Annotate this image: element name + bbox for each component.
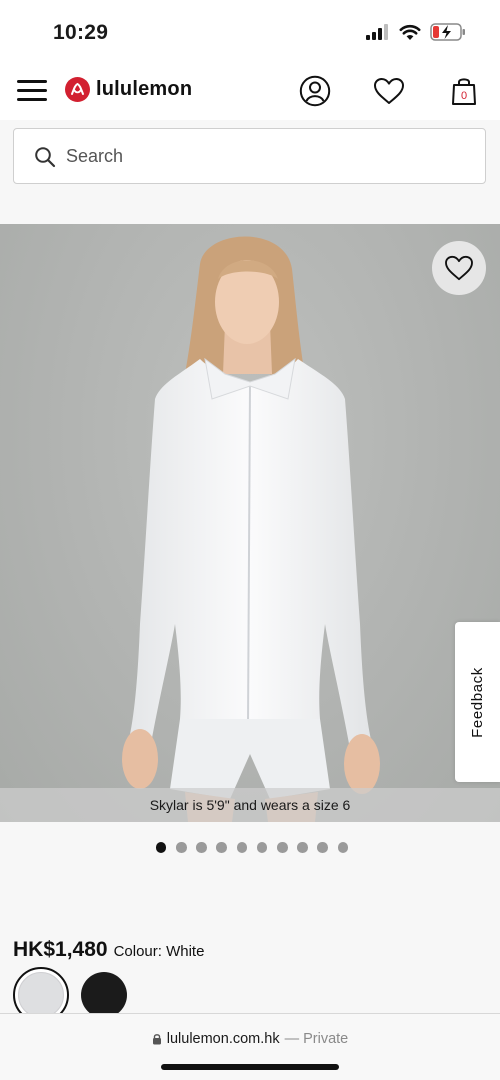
search-section [0,120,500,224]
search-input[interactable] [66,129,466,183]
url-line: lululemon.com.hk — Private [0,1031,500,1047]
wishlist-icon[interactable] [372,74,406,108]
status-time: 10:29 [53,21,109,44]
model-photo [122,236,380,822]
wifi-icon [399,24,421,40]
swatch-white-fill [18,972,64,1018]
brand-name: lululemon [96,78,193,100]
home-indicator [161,1064,339,1070]
carousel-dot[interactable] [236,842,248,853]
search-box[interactable] [13,128,486,184]
swatch-black[interactable] [81,972,127,1018]
browser-url-bar[interactable]: lululemon.com.hk — Private [0,1013,500,1080]
feedback-tab[interactable]: Feedback [455,622,500,782]
model-size-caption: Skylar is 5'9" and wears a size 6 [0,788,500,822]
product-image[interactable]: Skylar is 5'9" and wears a size 6 [0,224,500,822]
status-icons [366,23,466,41]
shopping-bag-icon[interactable]: 0 [447,74,481,108]
url-private-label: — Private [284,1031,349,1047]
url-domain: lululemon.com.hk [166,1031,280,1047]
site-header: lululemon 0 [0,64,500,120]
colour-label: Colour: White [113,943,205,960]
carousel-dot[interactable] [196,842,207,853]
menu-icon[interactable] [17,78,47,102]
carousel-dot[interactable] [216,842,228,853]
account-icon[interactable] [298,74,332,108]
product-price: HK$1,480 [13,938,108,961]
cart-count: 0 [461,90,467,102]
lock-icon [152,1034,161,1045]
brand-logo[interactable]: lululemon [65,77,192,102]
cellular-signal-icon [366,24,388,40]
add-to-wishlist-button[interactable] [432,241,486,295]
carousel-dot[interactable] [337,842,349,853]
search-icon [35,147,56,168]
carousel-dot[interactable] [155,842,167,853]
feedback-label: Feedback [469,666,486,738]
image-carousel-dots [0,842,500,853]
lululemon-logo-icon [65,77,90,102]
carousel-dot[interactable] [176,842,187,853]
battery-charging-icon [430,23,465,41]
carousel-dot[interactable] [256,842,268,853]
carousel-dot[interactable] [297,842,308,853]
status-bar: 10:29 [0,0,500,64]
price-row: HK$1,480 Colour: White [13,938,204,962]
carousel-dot[interactable] [276,842,288,853]
heart-icon [445,255,473,281]
carousel-dot[interactable] [317,842,328,853]
